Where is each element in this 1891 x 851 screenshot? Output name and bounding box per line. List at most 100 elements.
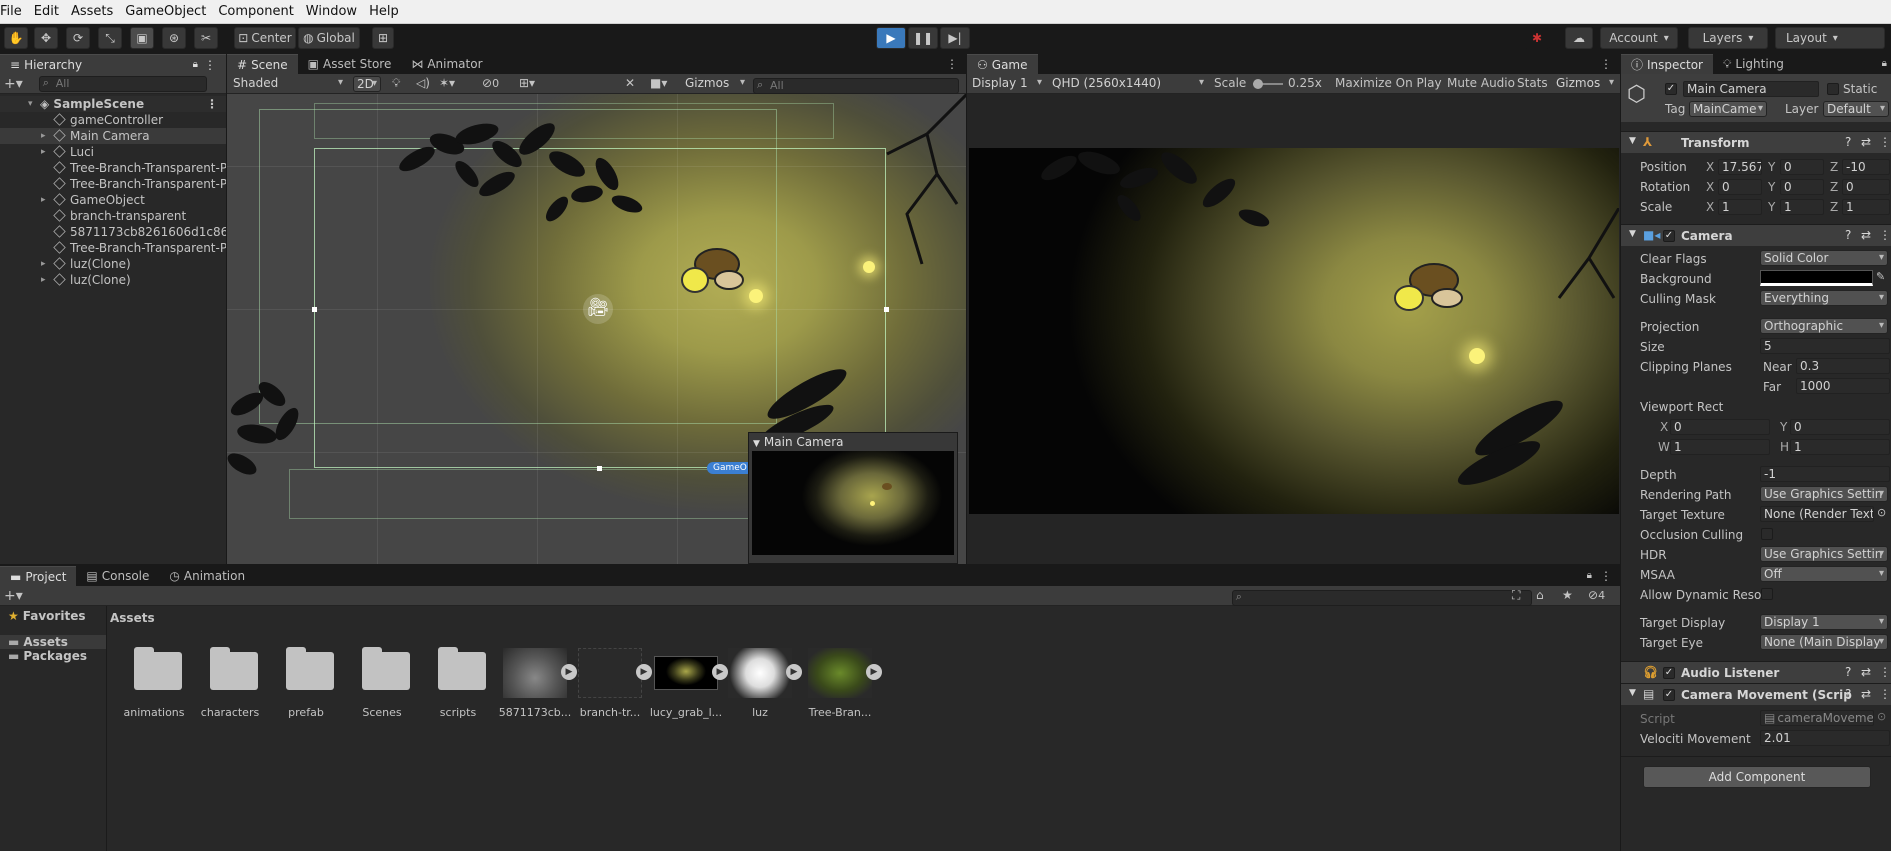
hierarchy-search-input[interactable]: All xyxy=(38,75,207,92)
object-picker-icon[interactable]: ⊙ xyxy=(1877,506,1886,519)
rect-handle[interactable] xyxy=(597,466,602,471)
tab-hierarchy[interactable]: ≡ Hierarchy 🔒︎ ⋮ xyxy=(0,54,226,74)
tag-dropdown[interactable]: MainCame xyxy=(1689,101,1767,117)
hierarchy-item[interactable]: Tree-Branch-Transparent-P xyxy=(0,176,226,192)
pivot-center-button[interactable]: ⊡ Center xyxy=(234,27,296,49)
position-x-field[interactable]: 17.5674 xyxy=(1718,159,1762,175)
background-color-swatch[interactable] xyxy=(1760,270,1873,286)
branch-sprite[interactable] xyxy=(867,94,966,274)
play-button[interactable]: ▶ xyxy=(876,27,906,49)
game-render-view[interactable] xyxy=(969,148,1619,514)
rendering-path-dropdown[interactable]: Use Graphics Settin xyxy=(1760,486,1888,502)
camera-movement-checkbox[interactable]: ✓ xyxy=(1663,689,1675,701)
kebab-menu-icon[interactable]: ⋮ xyxy=(204,58,216,72)
component-menu-icon[interactable]: ⋮ xyxy=(1879,687,1891,701)
viewport-x-field[interactable]: 0 xyxy=(1670,419,1770,435)
tab-scene[interactable]: # Scene xyxy=(227,54,298,74)
expand-sprite-icon[interactable]: ▶ xyxy=(636,664,652,680)
add-object-button[interactable]: +▾ xyxy=(0,76,27,92)
tree-item-assets[interactable]: ▬ Assets xyxy=(0,635,106,649)
project-search-input[interactable] xyxy=(1231,589,1532,606)
collab-icon[interactable]: ✱ xyxy=(1524,27,1550,49)
collapse-arrow-icon[interactable]: ▼ xyxy=(1629,688,1636,698)
menu-window[interactable]: Window xyxy=(300,0,363,24)
expand-arrow-icon[interactable]: ▸ xyxy=(41,256,53,272)
search-by-type-icon[interactable]: ⛶ xyxy=(1512,588,1520,603)
help-icon[interactable]: ? xyxy=(1845,135,1851,149)
hierarchy-item[interactable]: branch-transparent xyxy=(0,208,226,224)
luz-light-sprite[interactable] xyxy=(749,289,763,303)
hdr-dropdown[interactable]: Use Graphics Settin xyxy=(1760,546,1888,562)
hierarchy-item[interactable]: 5871173cb8261606d1c8641 xyxy=(0,224,226,240)
menu-gameobject[interactable]: GameObject xyxy=(119,0,212,24)
static-checkbox[interactable] xyxy=(1827,83,1839,95)
luz-light-sprite[interactable] xyxy=(863,261,875,273)
shading-dropdown[interactable]: Shaded xyxy=(230,76,346,92)
velocity-field[interactable]: 2.01 xyxy=(1760,730,1890,746)
effects-toggle-icon[interactable]: ✶▾ xyxy=(439,76,455,90)
hierarchy-item[interactable]: Tree-Branch-Transparent-P xyxy=(0,160,226,176)
expand-arrow-icon[interactable]: ▾ xyxy=(28,96,40,112)
projection-dropdown[interactable]: Orthographic xyxy=(1760,318,1888,334)
scale-slider[interactable] xyxy=(1253,79,1283,89)
menu-help[interactable]: Help xyxy=(363,0,405,24)
culling-mask-dropdown[interactable]: Everything xyxy=(1760,290,1888,306)
hierarchy-item[interactable]: gameController xyxy=(0,112,226,128)
menu-file[interactable]: File xyxy=(0,0,28,24)
menu-component[interactable]: Component xyxy=(212,0,299,24)
tab-animator[interactable]: ⋈ Animator xyxy=(401,54,492,74)
target-texture-field[interactable]: None (Render Textu xyxy=(1760,506,1874,522)
tab-console[interactable]: ▤ Console xyxy=(76,566,159,586)
rect-tool-icon[interactable]: ▣ xyxy=(130,27,154,49)
tab-asset-store[interactable]: ▣ Asset Store xyxy=(298,54,402,74)
near-field[interactable]: 0.3 xyxy=(1796,358,1890,374)
help-icon[interactable]: ? xyxy=(1845,228,1851,242)
eyedropper-icon[interactable]: ✎ xyxy=(1876,270,1885,283)
account-dropdown[interactable]: Account xyxy=(1600,27,1678,49)
lighting-toggle-icon[interactable]: 💡︎ xyxy=(392,76,400,91)
scale-slider-thumb[interactable] xyxy=(1253,79,1263,89)
lock-icon[interactable]: 🔒︎ xyxy=(193,59,198,70)
tree-branch-sprite[interactable] xyxy=(377,104,657,224)
expand-sprite-icon[interactable]: ▶ xyxy=(561,664,577,680)
grid-snap-icon[interactable]: ⊞ xyxy=(372,27,394,49)
preset-icon[interactable]: ⇄ xyxy=(1861,665,1871,679)
tab-project[interactable]: ▬ Project xyxy=(0,566,77,586)
hierarchy-item[interactable]: ▸ luz(Clone) xyxy=(0,256,226,272)
help-icon[interactable]: ? xyxy=(1845,687,1851,701)
create-asset-button[interactable]: +▾ xyxy=(0,588,27,604)
scene-canvas[interactable]: 🎥︎ GameO ▼ Main Camera xyxy=(227,94,966,564)
position-z-field[interactable]: -10 xyxy=(1842,159,1890,175)
tools-icon[interactable]: ✕ xyxy=(625,76,635,90)
clear-flags-dropdown[interactable]: Solid Color xyxy=(1760,250,1888,266)
pause-button[interactable]: ❚❚ xyxy=(908,27,938,49)
scene-menu-icon[interactable]: ⋮ xyxy=(946,54,958,74)
depth-field[interactable]: -1 xyxy=(1760,466,1890,482)
expand-arrow-icon[interactable]: ▸ xyxy=(41,144,53,160)
camera-header[interactable]: ▼ ■◂ ✓ Camera ? ⇄ ⋮ xyxy=(1621,224,1891,246)
expand-arrow-icon[interactable]: ▸ xyxy=(41,272,53,288)
cloud-icon[interactable]: ☁ xyxy=(1565,27,1593,49)
rotation-x-field[interactable]: 0 xyxy=(1718,179,1762,195)
rotation-y-field[interactable]: 0 xyxy=(1780,179,1824,195)
move-tool-icon[interactable]: ✥ xyxy=(34,27,58,49)
viewport-y-field[interactable]: 0 xyxy=(1790,419,1890,435)
component-menu-icon[interactable]: ⋮ xyxy=(1879,665,1891,679)
tab-animation[interactable]: ◷ Animation xyxy=(159,566,255,586)
preset-icon[interactable]: ⇄ xyxy=(1861,228,1871,242)
tree-item-packages[interactable]: ▬ Packages xyxy=(0,649,106,663)
audio-listener-header[interactable]: 🎧︎ ✓ Audio Listener ? ⇄ ⋮ xyxy=(1621,661,1891,683)
scale-z-field[interactable]: 1 xyxy=(1842,199,1890,215)
resolution-dropdown[interactable]: QHD (2560x1440) xyxy=(1049,76,1207,92)
viewport-w-field[interactable]: 1 xyxy=(1670,439,1770,455)
far-field[interactable]: 1000 xyxy=(1796,378,1890,394)
scale-tool-icon[interactable]: ⤡ xyxy=(98,27,122,49)
viewport-h-field[interactable]: 1 xyxy=(1790,439,1890,455)
occlusion-culling-checkbox[interactable] xyxy=(1761,528,1773,540)
collapse-arrow-icon[interactable]: ▼ xyxy=(1629,136,1636,146)
component-menu-icon[interactable]: ⋮ xyxy=(1879,135,1891,149)
hierarchy-item[interactable]: ▸ luz(Clone) xyxy=(0,272,226,288)
game-gizmos-dropdown[interactable]: Gizmos xyxy=(1553,76,1617,92)
hidden-packages-icon[interactable]: ⊘4 xyxy=(1588,588,1605,602)
expand-arrow-icon[interactable]: ▸ xyxy=(41,128,53,144)
